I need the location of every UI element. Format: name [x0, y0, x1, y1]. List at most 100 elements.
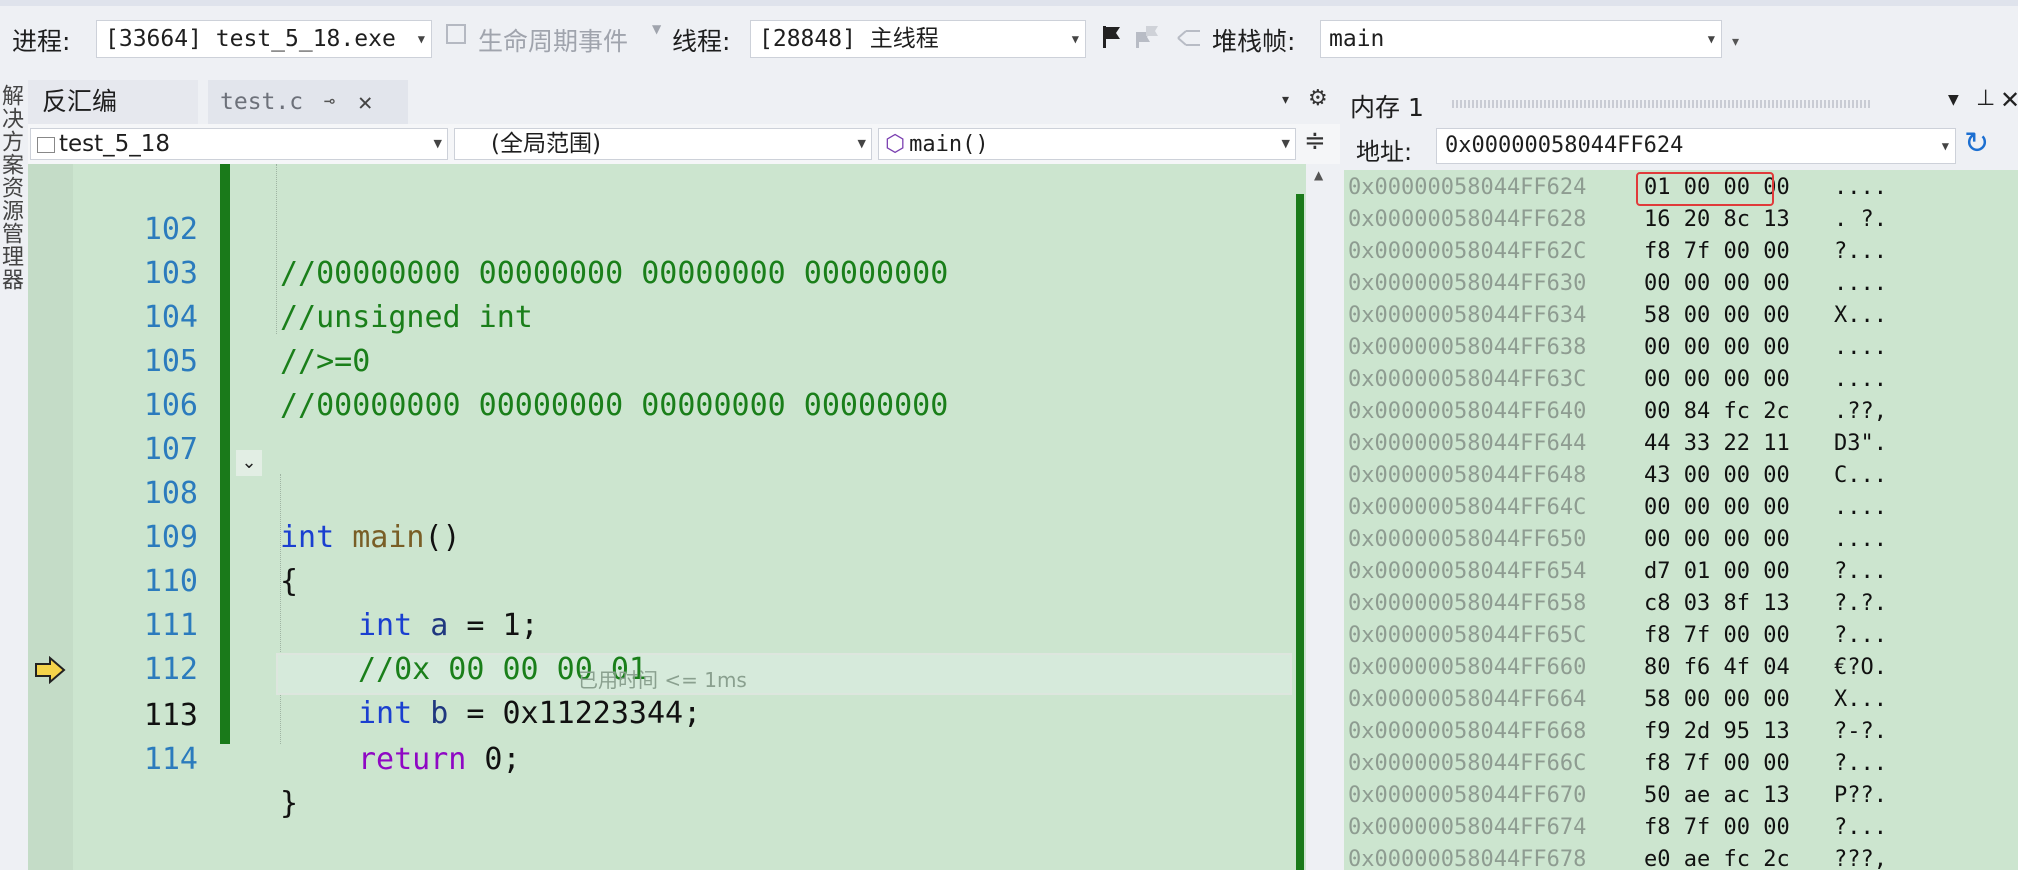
tab-disassembly[interactable]: 反汇编 — [28, 80, 198, 124]
project-dropdown[interactable]: test_5_18 ▼ — [30, 128, 448, 160]
chevron-down-icon: ▼ — [433, 137, 442, 150]
memory-ascii: .... — [1834, 271, 1887, 296]
scroll-up-icon[interactable]: ▲ — [1314, 168, 1323, 182]
code-line: 114 } — [28, 694, 1306, 821]
stackframe-label: 堆栈帧: — [1212, 27, 1296, 56]
process-value: [33664] test_5_18.exe — [105, 26, 396, 52]
scroll-change-marker — [1296, 194, 1304, 870]
memory-bytes[interactable]: f8 7f 00 00 — [1644, 812, 1790, 844]
code-line: 112 int b = 0x11223344; — [28, 604, 1306, 731]
memory-bytes[interactable]: 43 00 00 00 — [1644, 460, 1790, 492]
memory-address: 0x00000058044FF640 — [1348, 399, 1587, 424]
window-menu-icon[interactable]: ▼ — [1948, 92, 1959, 108]
chevron-down-icon: ▼ — [857, 137, 866, 150]
memory-ascii: ?-?. — [1834, 719, 1887, 744]
memory-bytes[interactable]: 58 00 00 00 — [1644, 300, 1790, 332]
memory-address: 0x00000058044FF664 — [1348, 687, 1587, 712]
memory-bytes[interactable]: 00 00 00 00 — [1644, 524, 1790, 556]
memory-bytes[interactable]: 16 20 8c 13 — [1644, 204, 1790, 236]
process-dropdown[interactable]: [33664] test_5_18.exe ▼ — [96, 20, 432, 58]
memory-bytes[interactable]: 00 00 00 00 — [1644, 492, 1790, 524]
member-dropdown[interactable]: ⬡ main() ▼ — [878, 128, 1296, 160]
code-text: 0; — [466, 742, 521, 777]
memory-address: 0x00000058044FF624 — [1348, 175, 1587, 200]
memory-bytes[interactable]: 50 ae ac 13 — [1644, 780, 1790, 812]
thread-label: 线程: — [672, 27, 731, 56]
memory-address: 0x00000058044FF660 — [1348, 655, 1587, 680]
solution-explorer-tab[interactable]: 解决方案资源管理器 — [0, 84, 26, 291]
pin-icon[interactable]: ⊸ — [324, 80, 335, 124]
memory-ascii: €?O. — [1834, 655, 1887, 680]
memory-bytes[interactable]: f8 7f 00 00 — [1644, 236, 1790, 268]
memory-bytes[interactable]: 00 00 00 00 — [1644, 364, 1790, 396]
address-input[interactable]: 0x00000058044FF624 ▼ — [1436, 128, 1956, 164]
memory-bytes[interactable]: f8 7f 00 00 — [1644, 748, 1790, 780]
memory-bytes[interactable]: 00 00 00 00 — [1644, 332, 1790, 364]
stackframe-dropdown[interactable]: main ▼ — [1320, 20, 1722, 58]
code-line: 104 //>=0 — [28, 252, 1306, 379]
memory-grid[interactable]: 0x00000058044FF624 01 00 00 00.... 0x00000… — [1344, 170, 2018, 870]
memory-address: 0x00000058044FF630 — [1348, 271, 1587, 296]
memory-bytes[interactable]: e0 ae fc 2c — [1644, 844, 1790, 870]
member-value: main() — [909, 132, 989, 157]
memory-ascii: ?... — [1834, 559, 1887, 584]
memory-bytes[interactable]: f8 7f 00 00 — [1644, 620, 1790, 652]
address-label: 地址: — [1356, 138, 1413, 166]
code-line: 106 — [28, 340, 1306, 423]
tab-list-icon[interactable]: ▾ — [1282, 92, 1289, 108]
memory-address: 0x00000058044FF64C — [1348, 495, 1587, 520]
memory-bytes[interactable]: c8 03 8f 13 — [1644, 588, 1790, 620]
refresh-icon[interactable]: ↻ — [1964, 126, 1989, 161]
close-icon[interactable]: ✕ — [2000, 86, 2018, 114]
editor-scrollbar[interactable]: ▲ — [1306, 164, 1340, 870]
code-editor[interactable]: ⌄ 102 //00000000 00000000 00000000 00000… — [28, 164, 1306, 870]
memory-address: 0x00000058044FF638 — [1348, 335, 1587, 360]
code-line: 107 — [28, 384, 1306, 467]
memory-address: 0x00000058044FF63C — [1348, 367, 1587, 392]
memory-ascii: ?.?. — [1834, 591, 1887, 616]
perf-tip: 已用时间 <= 1ms — [578, 668, 747, 692]
memory-ascii: ?... — [1834, 815, 1887, 840]
memory-bytes[interactable]: 44 33 22 11 — [1644, 428, 1790, 460]
pin-icon[interactable]: ⊥ — [1976, 86, 1995, 111]
memory-bytes[interactable]: 00 84 fc 2c — [1644, 396, 1790, 428]
close-icon[interactable]: ✕ — [358, 80, 372, 124]
chevron-down-icon: ▼ — [652, 22, 662, 36]
editor-tab-bar: 反汇编 test.c ⊸ ✕ ▾ ⚙ — [28, 80, 1340, 124]
stack-icon[interactable] — [1176, 28, 1202, 48]
process-label: 进程: — [12, 27, 71, 56]
memory-window-header: 内存 1 ▼ ⊥ ✕ — [1340, 82, 2018, 124]
memory-address: 0x00000058044FF628 — [1348, 207, 1587, 232]
toolbar-overflow-icon[interactable]: ▾ — [1732, 34, 1739, 50]
chevron-down-icon: ▼ — [1707, 32, 1715, 46]
editor-navigation-bar: test_5_18 ▼ (全局范围) ▼ ⬡ main() ▼ ≑ — [28, 124, 1340, 165]
memory-address: 0x00000058044FF654 — [1348, 559, 1587, 584]
project-icon — [37, 136, 55, 153]
memory-bytes[interactable]: f9 2d 95 13 — [1644, 716, 1790, 748]
memory-ascii: ?... — [1834, 623, 1887, 648]
memory-address: 0x00000058044FF658 — [1348, 591, 1587, 616]
memory-ascii: C... — [1834, 463, 1887, 488]
memory-bytes[interactable]: 58 00 00 00 — [1644, 684, 1790, 716]
memory-ascii: .??, — [1834, 399, 1887, 424]
thread-dropdown[interactable]: [28848] 主线程 ▼ — [750, 20, 1086, 58]
chevron-down-icon: ▼ — [1071, 32, 1079, 46]
tab-test-c[interactable]: test.c ⊸ ✕ — [208, 80, 408, 124]
project-value: test_5_18 — [59, 131, 171, 157]
memory-address: 0x00000058044FF62C — [1348, 239, 1587, 264]
memory-ascii: ?... — [1834, 239, 1887, 264]
memory-address: 0x00000058044FF66C — [1348, 751, 1587, 776]
lifecycle-events-button[interactable]: 生命周期事件 — [478, 22, 628, 58]
memory-ascii: ?... — [1834, 751, 1887, 776]
flag-icon[interactable] — [1100, 24, 1122, 50]
thread-flag-icon[interactable] — [1134, 24, 1160, 50]
scope-dropdown[interactable]: (全局范围) ▼ — [454, 128, 872, 160]
memory-address: 0x00000058044FF648 — [1348, 463, 1587, 488]
gear-icon[interactable]: ⚙ — [1308, 86, 1328, 111]
memory-bytes[interactable]: 80 f6 4f 04 — [1644, 652, 1790, 684]
memory-bytes[interactable]: d7 01 00 00 — [1644, 556, 1790, 588]
split-editor-icon[interactable]: ≑ — [1304, 126, 1326, 156]
memory-address: 0x00000058044FF670 — [1348, 783, 1587, 808]
memory-bytes[interactable]: 00 00 00 00 — [1644, 268, 1790, 300]
code-line: 111 //0x 00 00 00 01 — [28, 560, 1306, 687]
